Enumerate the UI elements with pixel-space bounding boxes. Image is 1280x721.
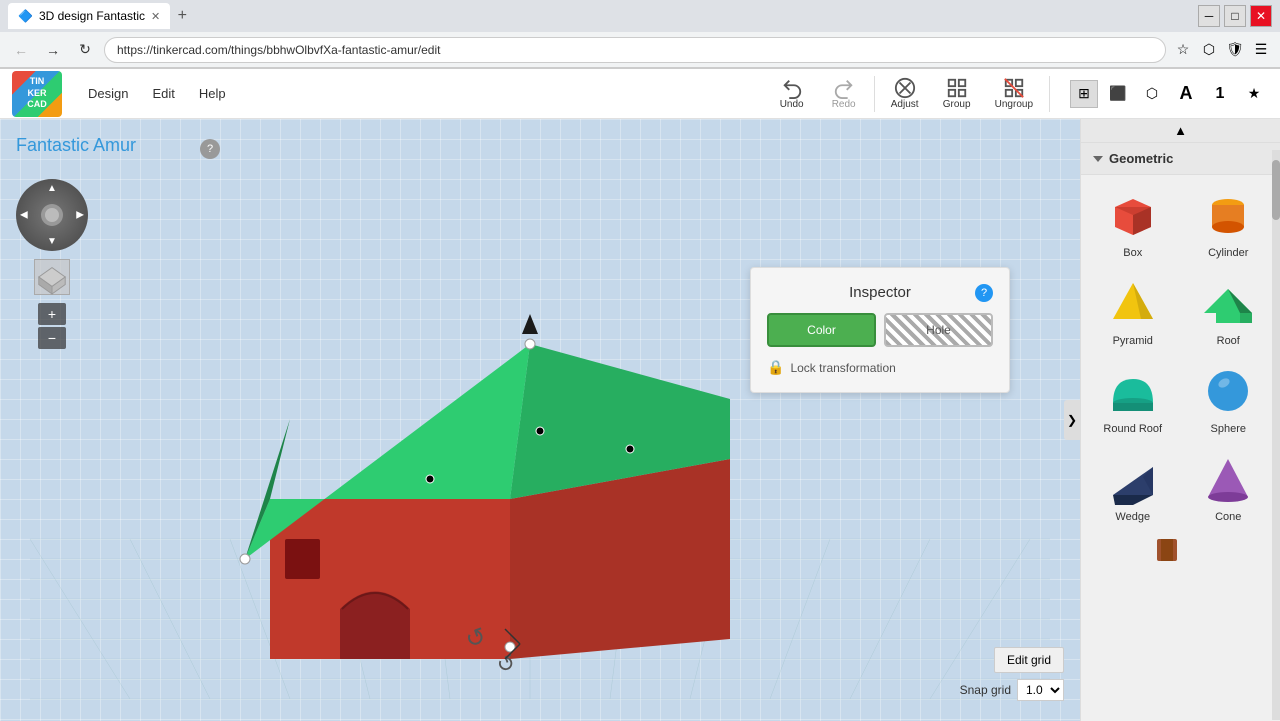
text-view-icon[interactable]: A (1172, 80, 1200, 108)
undo-label: Undo (780, 99, 804, 110)
browser-titlebar: 🔷 3D design Fantastic ✕ + ─ □ ✕ (0, 0, 1280, 32)
menu-edit[interactable]: Edit (142, 82, 184, 105)
undo-button[interactable]: Undo (770, 73, 814, 114)
menu-help[interactable]: Help (189, 82, 236, 105)
lock-icon: 🔒 (767, 359, 784, 376)
app: TINKERCAD Design Edit Help Undo Redo Adj… (0, 69, 1280, 721)
inspector-buttons: Color Hole (767, 313, 993, 347)
minimize-button[interactable]: ─ (1198, 5, 1220, 27)
shape-cone-label: Cone (1215, 511, 1241, 523)
snap-grid-label: Snap grid (960, 683, 1011, 697)
adjust-label: Adjust (891, 99, 919, 110)
bookmark-star-icon[interactable]: ☆ (1172, 39, 1194, 61)
star-view-icon[interactable]: ★ (1240, 80, 1268, 108)
shape-roof[interactable]: Roof (1185, 271, 1273, 351)
shape-cylinder-label: Cylinder (1208, 247, 1248, 259)
tab-title: 3D design Fantastic (39, 9, 145, 23)
shape-pyramid-label: Pyramid (1113, 335, 1153, 347)
shape-pyramid[interactable]: Pyramid (1089, 271, 1177, 351)
shape-round-roof[interactable]: Round Roof (1089, 359, 1177, 439)
redo-label: Redo (832, 99, 856, 110)
inspector-help-button[interactable]: ? (975, 284, 993, 302)
shapes-list: Box Cylinder (1081, 175, 1280, 721)
house-scene: ↺ (0, 119, 1080, 721)
number-view-icon[interactable]: 1 (1206, 80, 1234, 108)
canvas-area[interactable]: Fantastic Amur ? ▲ ▼ ◀ ▶ (0, 119, 1080, 721)
menu-design[interactable]: Design (78, 82, 138, 105)
shape-round-roof-label: Round Roof (1103, 423, 1162, 435)
tinkercad-logo[interactable]: TINKERCAD (12, 71, 62, 117)
tab-close-button[interactable]: ✕ (151, 10, 160, 23)
maximize-button[interactable]: □ (1224, 5, 1246, 27)
shape-box[interactable]: Box (1089, 183, 1177, 263)
adjust-button[interactable]: Adjust (883, 73, 927, 114)
snap-grid-select[interactable]: 1.0 0.5 2.0 (1017, 679, 1064, 701)
hole-button[interactable]: Hole (884, 313, 993, 347)
browser-toolbar: ← → ↻ https://tinkercad.com/things/bbhwO… (0, 32, 1280, 68)
shield-icon[interactable]: 🛡 (1224, 39, 1246, 61)
main-content: Fantastic Amur ? ▲ ▼ ◀ ▶ (0, 119, 1280, 721)
browser-toolbar-icons: ☆ ⬡ 🛡 ☰ (1172, 39, 1272, 61)
snap-grid-row: Snap grid 1.0 0.5 2.0 (960, 679, 1064, 701)
lock-transformation-row[interactable]: 🔒 Lock transformation (767, 359, 993, 376)
more-shapes-row (1089, 535, 1272, 565)
edit-grid-button[interactable]: Edit grid (994, 647, 1064, 673)
menu-icon[interactable]: ☰ (1250, 39, 1272, 61)
tab-favicon: 🔷 (18, 9, 33, 23)
shape-wedge-label: Wedge (1115, 511, 1150, 523)
sidebar-header: Geometric (1081, 143, 1280, 175)
shape-box-label: Box (1123, 247, 1142, 259)
grid-view-icon[interactable]: ⊞ (1070, 80, 1098, 108)
shape-wedge[interactable]: Wedge (1089, 447, 1177, 527)
shape-cone[interactable]: Cone (1185, 447, 1273, 527)
section-collapse-icon (1093, 156, 1103, 162)
extension-icon[interactable]: ⬡ (1198, 39, 1220, 61)
color-button[interactable]: Color (767, 313, 876, 347)
app-tools: Undo Redo Adjust Group Ungroup ⊞ (770, 73, 1268, 114)
view-icons: ⊞ ⬛ ⬡ A 1 ★ (1070, 80, 1268, 108)
refresh-button[interactable]: ↻ (72, 37, 98, 63)
more-shape-preview[interactable] (1153, 535, 1209, 565)
cube-view-icon[interactable]: ⬛ (1104, 80, 1132, 108)
right-sidebar: ▲ Geometric Box (1080, 119, 1280, 721)
sidebar-scrollbar (1272, 150, 1280, 720)
color-label: Color (807, 323, 836, 337)
shapes-grid: Box Cylinder (1089, 183, 1272, 527)
sidebar-scrollbar-thumb[interactable] (1272, 160, 1280, 220)
inspector-title: Inspector (767, 284, 993, 301)
address-bar[interactable]: https://tinkercad.com/things/bbhwOlbvfXa… (104, 37, 1166, 63)
browser-tab[interactable]: 🔷 3D design Fantastic ✕ (8, 3, 170, 29)
hole-label: Hole (926, 323, 951, 337)
shape-cylinder[interactable]: Cylinder (1185, 183, 1273, 263)
inspector-panel: Inspector ? Color Hole 🔒 Lock transforma… (750, 267, 1010, 393)
lock-label: Lock transformation (790, 361, 895, 375)
close-button[interactable]: ✕ (1250, 5, 1272, 27)
app-header: TINKERCAD Design Edit Help Undo Redo Adj… (0, 69, 1280, 119)
tool-separator-1 (874, 76, 875, 112)
ungroup-label: Ungroup (995, 99, 1033, 110)
new-tab-button[interactable]: + (170, 4, 194, 28)
browser-chrome: 🔷 3D design Fantastic ✕ + ─ □ ✕ ← → ↻ ht… (0, 0, 1280, 69)
redo-button[interactable]: Redo (822, 73, 866, 114)
panel-collapse-handle[interactable]: ❯ (1064, 400, 1080, 440)
shapes-view-icon[interactable]: ⬡ (1138, 80, 1166, 108)
forward-button[interactable]: → (40, 37, 66, 63)
scroll-up-button[interactable]: ▲ (1081, 119, 1280, 143)
back-button[interactable]: ← (8, 37, 34, 63)
ungroup-button[interactable]: Ungroup (987, 73, 1041, 114)
group-button[interactable]: Group (935, 73, 979, 114)
shape-roof-label: Roof (1217, 335, 1240, 347)
tool-separator-2 (1049, 76, 1050, 112)
shape-sphere[interactable]: Sphere (1185, 359, 1273, 439)
sidebar-section-title: Geometric (1109, 151, 1173, 166)
nav-menu: Design Edit Help (78, 82, 236, 105)
shape-sphere-label: Sphere (1211, 423, 1246, 435)
group-label: Group (943, 99, 971, 110)
window-controls: ─ □ ✕ (1198, 5, 1272, 27)
url-text: https://tinkercad.com/things/bbhwOlbvfXa… (117, 43, 1153, 57)
